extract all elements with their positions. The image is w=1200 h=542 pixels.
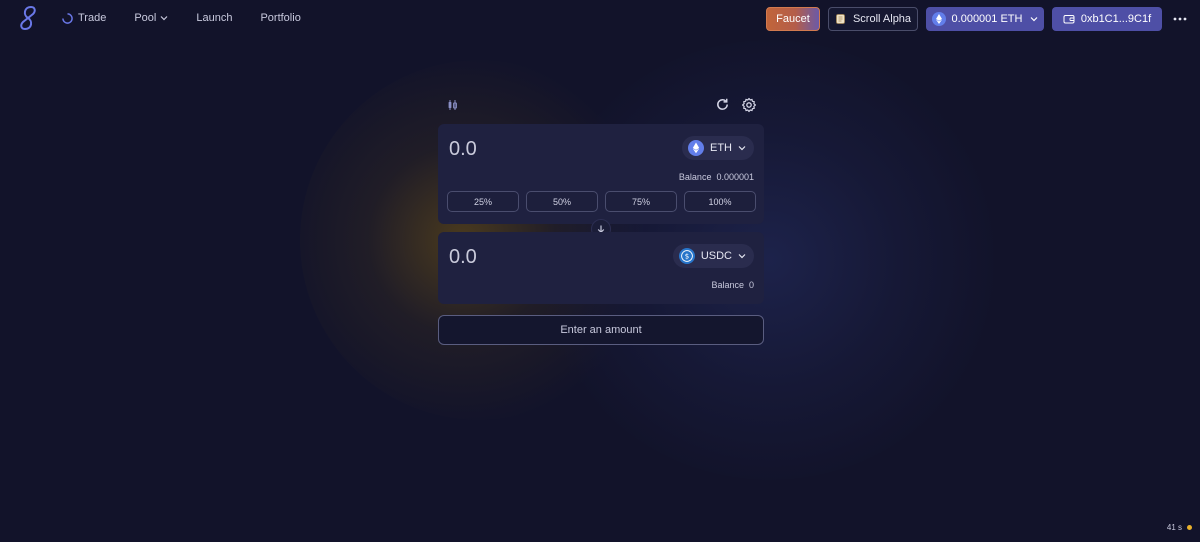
chevron-down-icon <box>738 146 746 151</box>
scroll-network-icon <box>836 14 845 24</box>
swap-to-panel: 0.0 $ USDC Balance 0 <box>438 232 764 304</box>
to-balance: Balance 0 <box>711 280 754 290</box>
eth-icon <box>931 12 946 26</box>
logo-icon[interactable] <box>18 5 38 31</box>
percent-buttons: 25% 50% 75% 100% <box>447 191 756 212</box>
faucet-button[interactable]: Faucet <box>766 7 820 31</box>
wallet-icon <box>1063 15 1075 24</box>
wallet-address-button[interactable]: 0xb1C1...9C1f <box>1052 7 1162 31</box>
network-label: Scroll Alpha <box>852 13 912 25</box>
network-selector-button[interactable]: Scroll Alpha <box>828 7 918 31</box>
balance-value: 0 <box>748 280 754 290</box>
nav-item-portfolio[interactable]: Portfolio <box>260 12 300 24</box>
top-header: Trade Pool Launch Portfolio Faucet Scrol <box>0 0 1200 36</box>
balance-label: 0.000001 ETH <box>951 13 1023 25</box>
chevron-down-icon <box>1031 17 1038 22</box>
chevron-down-icon <box>738 254 746 259</box>
from-balance: Balance 0.000001 <box>679 172 754 182</box>
nav-item-trade[interactable]: Trade <box>62 12 106 24</box>
to-token-label: USDC <box>700 250 732 262</box>
wallet-address: 0xb1C1...9C1f <box>1080 13 1152 25</box>
to-amount-input[interactable]: 0.0 <box>449 246 477 269</box>
main-nav: Trade Pool Launch Portfolio <box>62 0 329 36</box>
block-status: 41 s <box>1167 523 1192 532</box>
svg-text:$: $ <box>685 253 689 261</box>
from-token-label: ETH <box>710 142 732 154</box>
refresh-icon[interactable] <box>715 97 730 112</box>
nav-item-label: Trade <box>78 12 107 24</box>
from-amount-input[interactable]: 0.0 <box>449 138 477 161</box>
faucet-label: Faucet <box>776 13 810 25</box>
more-options-button[interactable] <box>1172 11 1188 27</box>
balance-value: 0.000001 <box>716 172 754 182</box>
balance-label: Balance <box>711 280 744 290</box>
header-actions: Faucet Scroll Alpha 0.000001 ETH 0xb1C1.… <box>766 7 1188 31</box>
percent-50-button[interactable]: 50% <box>526 191 598 212</box>
chevron-down-icon <box>160 16 168 21</box>
eth-icon <box>688 140 704 156</box>
chart-toggle-icon[interactable] <box>446 98 460 112</box>
nav-item-label: Pool <box>134 12 157 24</box>
nav-item-label: Launch <box>196 12 233 24</box>
block-time: 41 s <box>1166 523 1182 532</box>
from-token-selector[interactable]: ETH <box>682 136 754 160</box>
balance-button[interactable]: 0.000001 ETH <box>926 7 1044 31</box>
percent-100-button[interactable]: 100% <box>684 191 756 212</box>
nav-item-label: Portfolio <box>260 12 301 24</box>
nav-item-pool[interactable]: Pool <box>134 12 168 24</box>
spinner-icon <box>62 12 73 24</box>
swap-submit-button[interactable]: Enter an amount <box>438 315 764 345</box>
submit-label: Enter an amount <box>560 324 642 336</box>
swap-toolbar <box>438 96 764 114</box>
nav-item-launch[interactable]: Launch <box>196 12 232 24</box>
percent-25-button[interactable]: 25% <box>447 191 519 212</box>
gear-icon[interactable] <box>741 97 757 113</box>
to-token-selector[interactable]: $ USDC <box>672 244 754 268</box>
swap-from-panel: 0.0 ETH Balance 0.000001 25% 50% 75% 100% <box>438 124 764 224</box>
usdc-icon: $ <box>678 248 695 264</box>
status-dot <box>1187 525 1192 530</box>
balance-label: Balance <box>678 172 712 182</box>
more-icon <box>1173 17 1187 21</box>
percent-75-button[interactable]: 75% <box>605 191 677 212</box>
